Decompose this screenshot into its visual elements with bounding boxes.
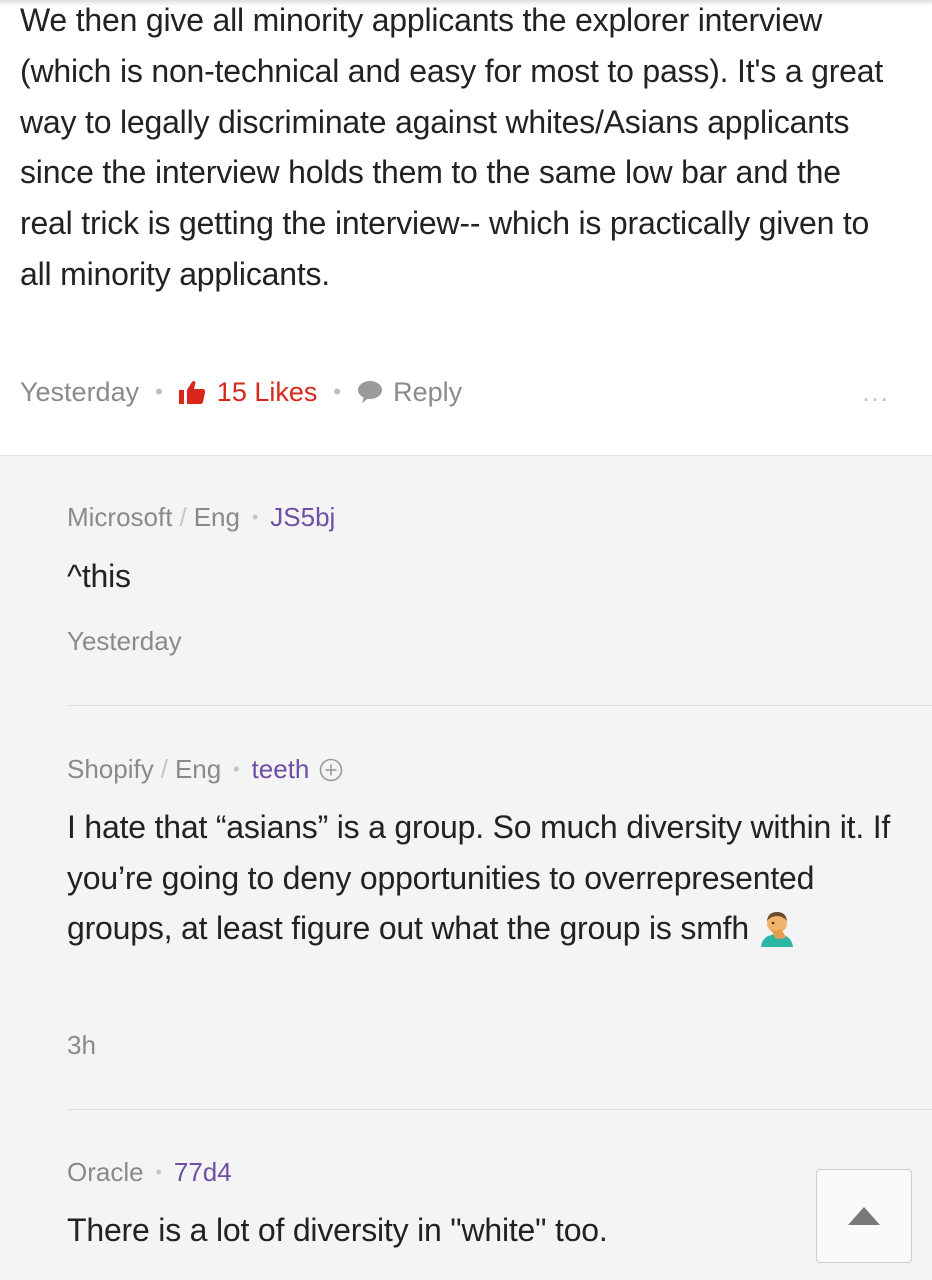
thumbs-up-icon [178,381,205,404]
slash-separator: / [160,754,168,784]
more-options-button[interactable]: ... [862,379,890,405]
thread-page: We then give all minority applicants the… [0,0,932,1280]
reply-company[interactable]: Oracle [67,1157,144,1188]
reply-text: ^this [67,558,131,594]
reply-header: Oracle • 77d4 [67,1157,232,1188]
like-count: 15 Likes [216,376,318,407]
reply-username[interactable]: JS5bj [270,502,335,533]
reply-company[interactable]: Microsoft [67,502,172,533]
reply-divider [67,1109,932,1110]
post-meta: Yesterday • 15 Likes • Reply [20,372,462,412]
meta-separator: • [155,379,163,404]
like-button[interactable]: 15 Likes [178,376,318,408]
scroll-to-top-button[interactable] [816,1169,912,1263]
reply-button[interactable]: Reply [357,377,462,408]
slash-separator: / [179,502,187,532]
meta-separator: • [333,379,342,404]
reply-label: Reply [393,376,463,407]
meta-separator: • [233,759,240,779]
speech-bubble-icon [358,381,383,403]
reply-timestamp: 3h [67,1030,96,1060]
main-post: We then give all minority applicants the… [0,0,932,456]
post-body: We then give all minority applicants the… [20,2,884,292]
reply-role: Eng [193,502,240,532]
reply-text: There is a lot of diversity in "white" t… [67,1212,608,1248]
follow-plus-icon[interactable] [319,758,343,782]
meta-separator: • [251,507,259,527]
post-timestamp: Yesterday [20,376,140,407]
meta-separator: • [155,1162,162,1182]
reply-company[interactable]: Shopify [67,754,154,785]
reply-username[interactable]: 77d4 [174,1157,232,1188]
reply-header: Microsoft / Eng • JS5bj [67,502,335,533]
reply-header: Shopify / Eng • teeth [67,754,343,785]
reply-divider [67,705,932,706]
reply-timestamp: Yesterday [67,626,182,656]
reply-text: I hate that “asians” is a group. So much… [67,802,897,962]
reply-username[interactable]: teeth [252,754,310,785]
triangle-up-icon [848,1207,880,1225]
man-facepalming-icon [757,907,797,962]
reply-role: Eng [174,754,222,784]
